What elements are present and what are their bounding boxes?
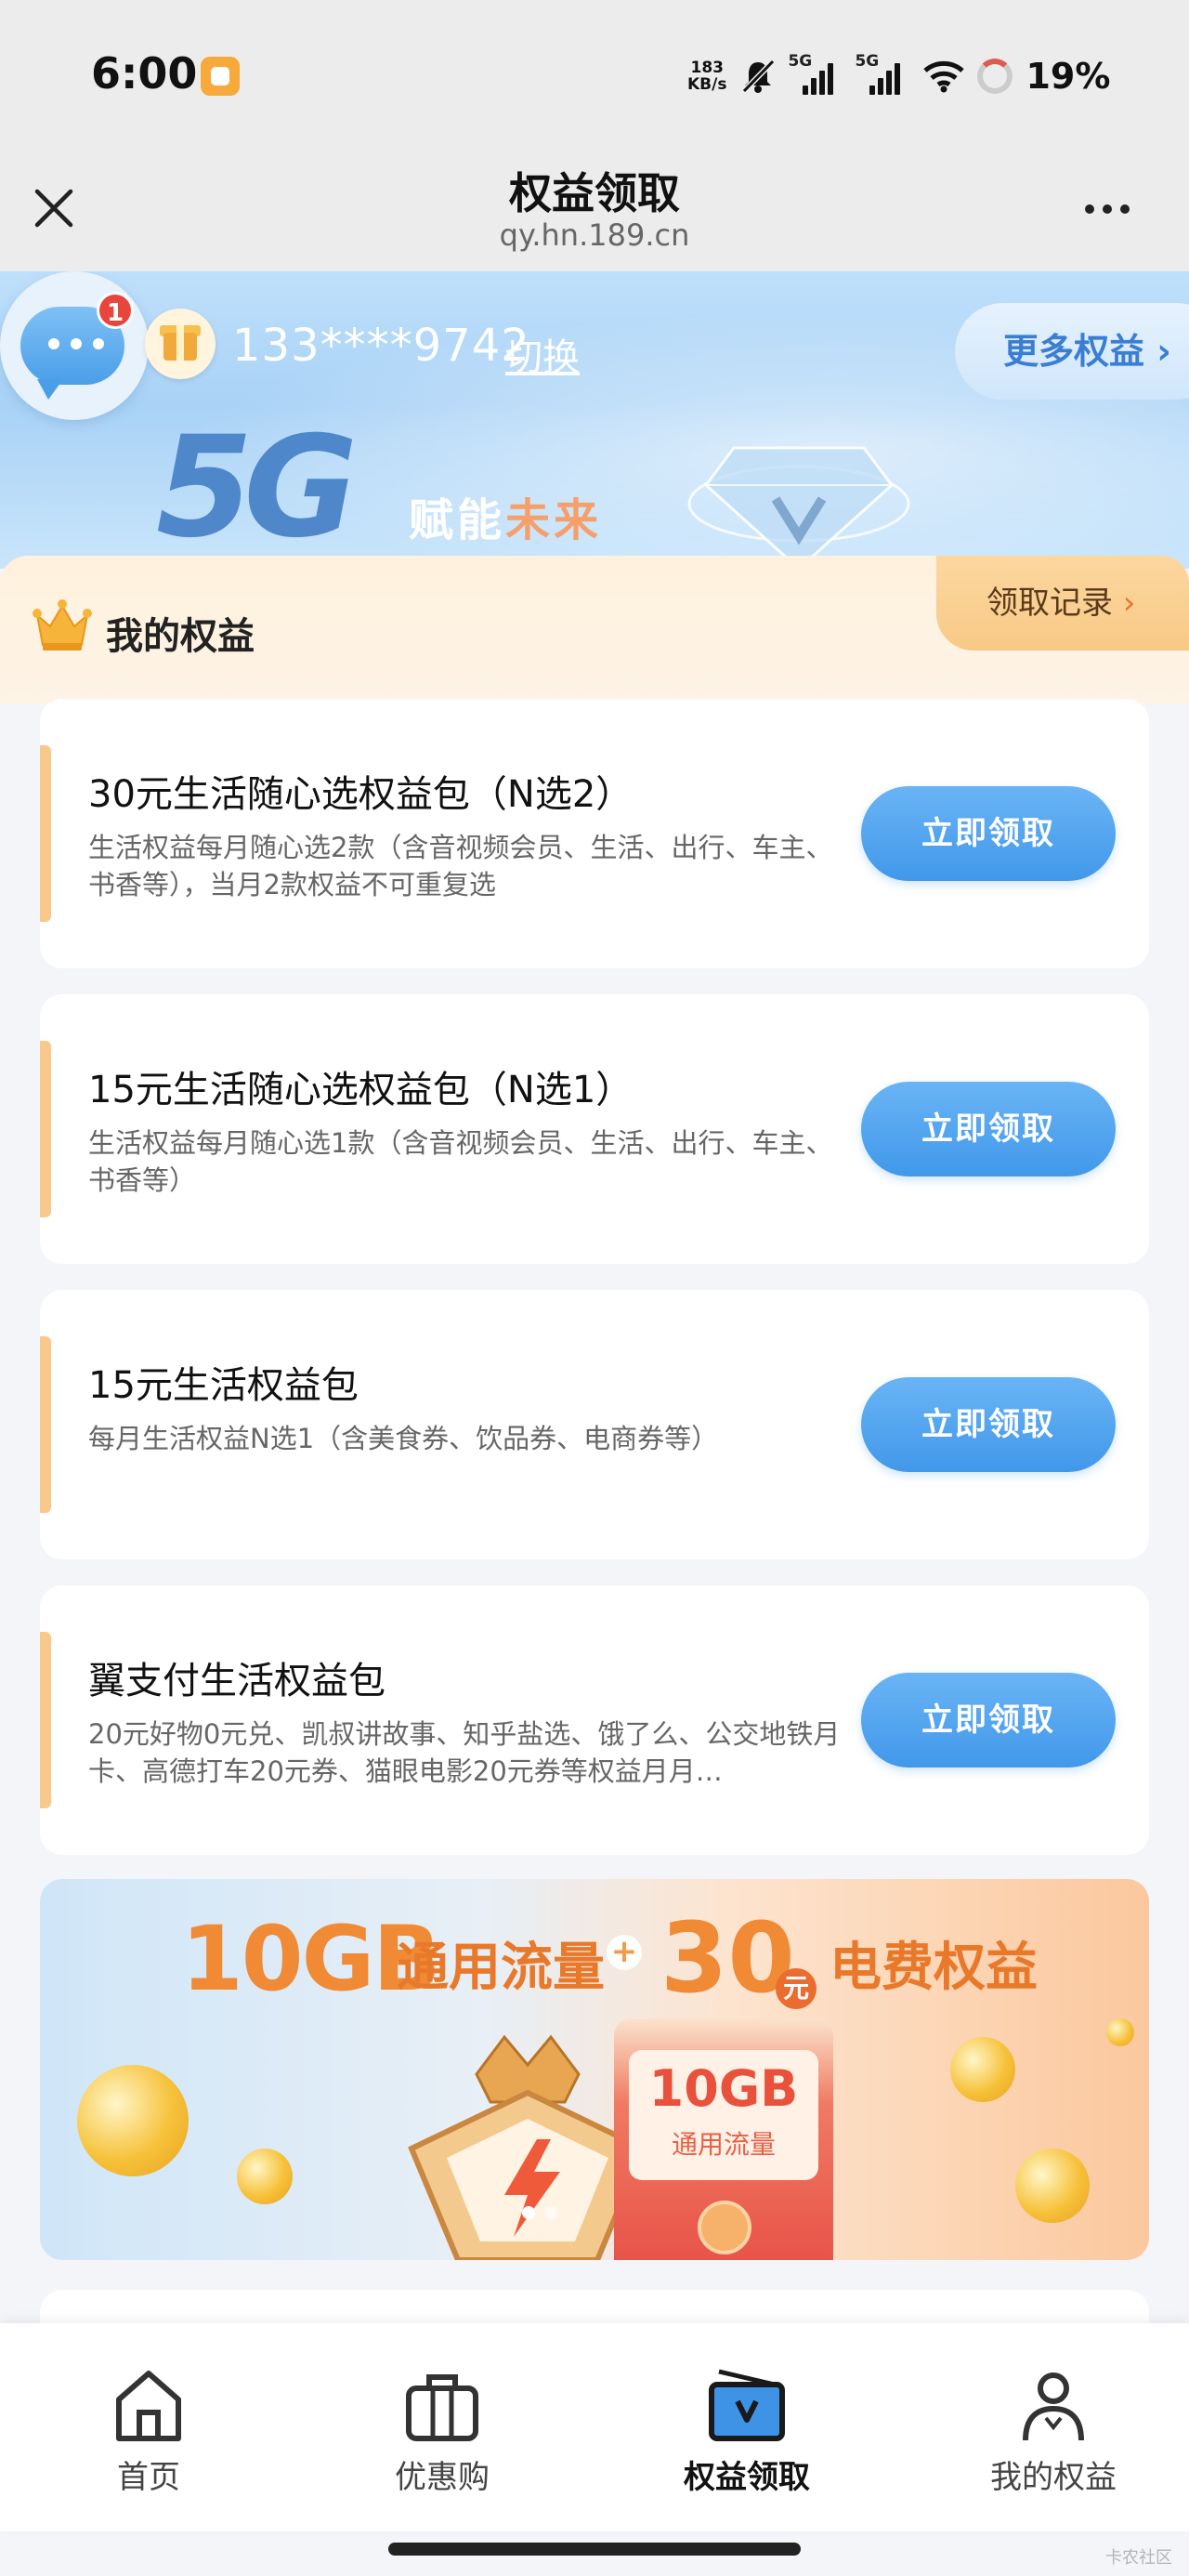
coin-icon (698, 2201, 751, 2254)
network-speed: 183 KB/s (687, 59, 727, 94)
voucher-amount: 10GB (648, 2059, 799, 2118)
page-url: qy.hn.189.cn (499, 217, 690, 253)
claim-now-button[interactable]: 立即领取 (861, 1377, 1116, 1472)
tab-benefits-claim[interactable]: 权益领取 (598, 2323, 895, 2531)
coin-icon (1106, 2018, 1134, 2046)
benefit-description: 每月生活权益N选1（含美食券、饮品券、电商券等） (88, 1423, 719, 1454)
benefit-description: 生活权益每月随心选2款（含音视频会员、生活、出行、车主、书香等），当月2款权益不… (88, 832, 833, 900)
bottom-tab-bar: 首页 优惠购 权益领取 我的权益 (0, 2323, 1189, 2531)
benefit-card: 30元生活随心选权益包（N选2） 生活权益每月随心选2款（含音视频会员、生活、出… (40, 699, 1149, 968)
benefit-title: 30元生活随心选权益包（N选2） (88, 773, 634, 816)
status-time: 6:00 (91, 48, 198, 99)
more-options-button[interactable] (1085, 195, 1141, 223)
status-bar: 6:00 183 KB/s 5G 5G 19% (0, 0, 1189, 149)
signal-strength-icon: 5G (788, 52, 843, 95)
watermark: 卡农社区 (1105, 2548, 1172, 2568)
promo-bill-label: 电费权益 (830, 1938, 1038, 1998)
coin-icon (950, 2037, 1015, 2102)
tab-my-benefits[interactable]: 我的权益 (905, 2323, 1189, 2531)
promo-banner[interactable]: 10GB 通用流量 + 30 元 电费权益 10GB 通用流量 (40, 1879, 1149, 2260)
voucher-label: 通用流量 (671, 2129, 776, 2160)
yuan-badge: 元 (776, 1968, 817, 2009)
claim-now-button[interactable]: 立即领取 (861, 1673, 1116, 1768)
battery-level: 19% (1026, 56, 1111, 97)
chevron-right-icon: › (1113, 585, 1136, 622)
plus-icon: + (607, 1935, 642, 1970)
app-notification-icon (201, 57, 240, 96)
banner-5g-logo: 5G (156, 407, 358, 569)
benefit-card: 15元生活随心选权益包（N选1） 生活权益每月随心选1款（含音视频会员、生活、出… (40, 994, 1149, 1264)
coin-icon (1015, 2149, 1090, 2223)
claim-now-button[interactable]: 立即领取 (861, 1082, 1116, 1176)
benefit-title: 翼支付生活权益包 (88, 1660, 385, 1702)
user-icon (1023, 2372, 1084, 2441)
benefit-description: 生活权益每月随心选1款（含音视频会员、生活、出行、车主、书香等） (88, 1127, 833, 1196)
my-benefits-header: 我的权益 领取记录 › (0, 556, 1189, 704)
more-benefits-button[interactable]: 更多权益 › (955, 303, 1189, 400)
coin-icon (237, 2149, 293, 2204)
section-title: 我的权益 (106, 615, 255, 658)
status-indicators: 183 KB/s 5G 5G 19% (687, 52, 1110, 100)
nav-header: 权益领取 qy.hn.189.cn (0, 149, 1189, 271)
benefit-description: 20元好物0元兑、凯叔讲故事、知乎盐选、饿了么、公交地铁月卡、高德打车20元券、… (88, 1718, 841, 1787)
chevron-right-icon: › (1144, 331, 1171, 372)
briefcase-icon (406, 2374, 478, 2441)
switch-account-link[interactable]: 切换 (505, 327, 580, 381)
page-title: 权益领取 (509, 168, 680, 218)
account-banner: 5G 赋能未来 1 133****9742 切换 更多权益 › (0, 271, 1189, 569)
diamond-illustration (687, 446, 910, 569)
claim-now-button[interactable]: 立即领取 (861, 786, 1116, 881)
data-voucher-card: 10GB 通用流量 (614, 2018, 833, 2260)
claim-records-button[interactable]: 领取记录 › (936, 556, 1189, 651)
crown-icon (33, 599, 92, 651)
benefit-title: 15元生活权益包 (88, 1364, 359, 1407)
customer-service-button[interactable]: 1 (0, 271, 149, 420)
benefit-card: 15元生活权益包 每月生活权益N选1（含美食券、饮品券、电商券等） 立即领取 (40, 1290, 1149, 1559)
banner-slogan: 赋能未来 (409, 494, 603, 546)
home-icon (116, 2371, 181, 2441)
benefit-title: 15元生活随心选权益包（N选1） (88, 1069, 634, 1111)
mute-bell-icon (742, 59, 776, 94)
carousel-indicator (522, 2206, 557, 2219)
battery-icon (977, 59, 1013, 94)
gift-box-icon (145, 309, 216, 379)
home-indicator[interactable] (388, 2543, 801, 2556)
benefit-card: 翼支付生活权益包 20元好物0元兑、凯叔讲故事、知乎盐选、饿了么、公交地铁月卡、… (40, 1585, 1149, 1855)
more-dots-icon (1085, 204, 1094, 214)
tab-home[interactable]: 首页 (0, 2323, 297, 2531)
tab-deals[interactable]: 优惠购 (294, 2323, 591, 2531)
coin-icon (77, 2065, 189, 2176)
wifi-icon (923, 60, 965, 93)
benefits-tv-icon (709, 2369, 785, 2441)
signal-strength-icon: 5G (855, 52, 910, 95)
promo-bill-amount: 30 (660, 1901, 795, 2015)
notification-badge: 1 (97, 292, 134, 329)
promo-data-label: 通用流量 (397, 1938, 605, 1998)
phone-number: 133****9742 (232, 320, 530, 372)
